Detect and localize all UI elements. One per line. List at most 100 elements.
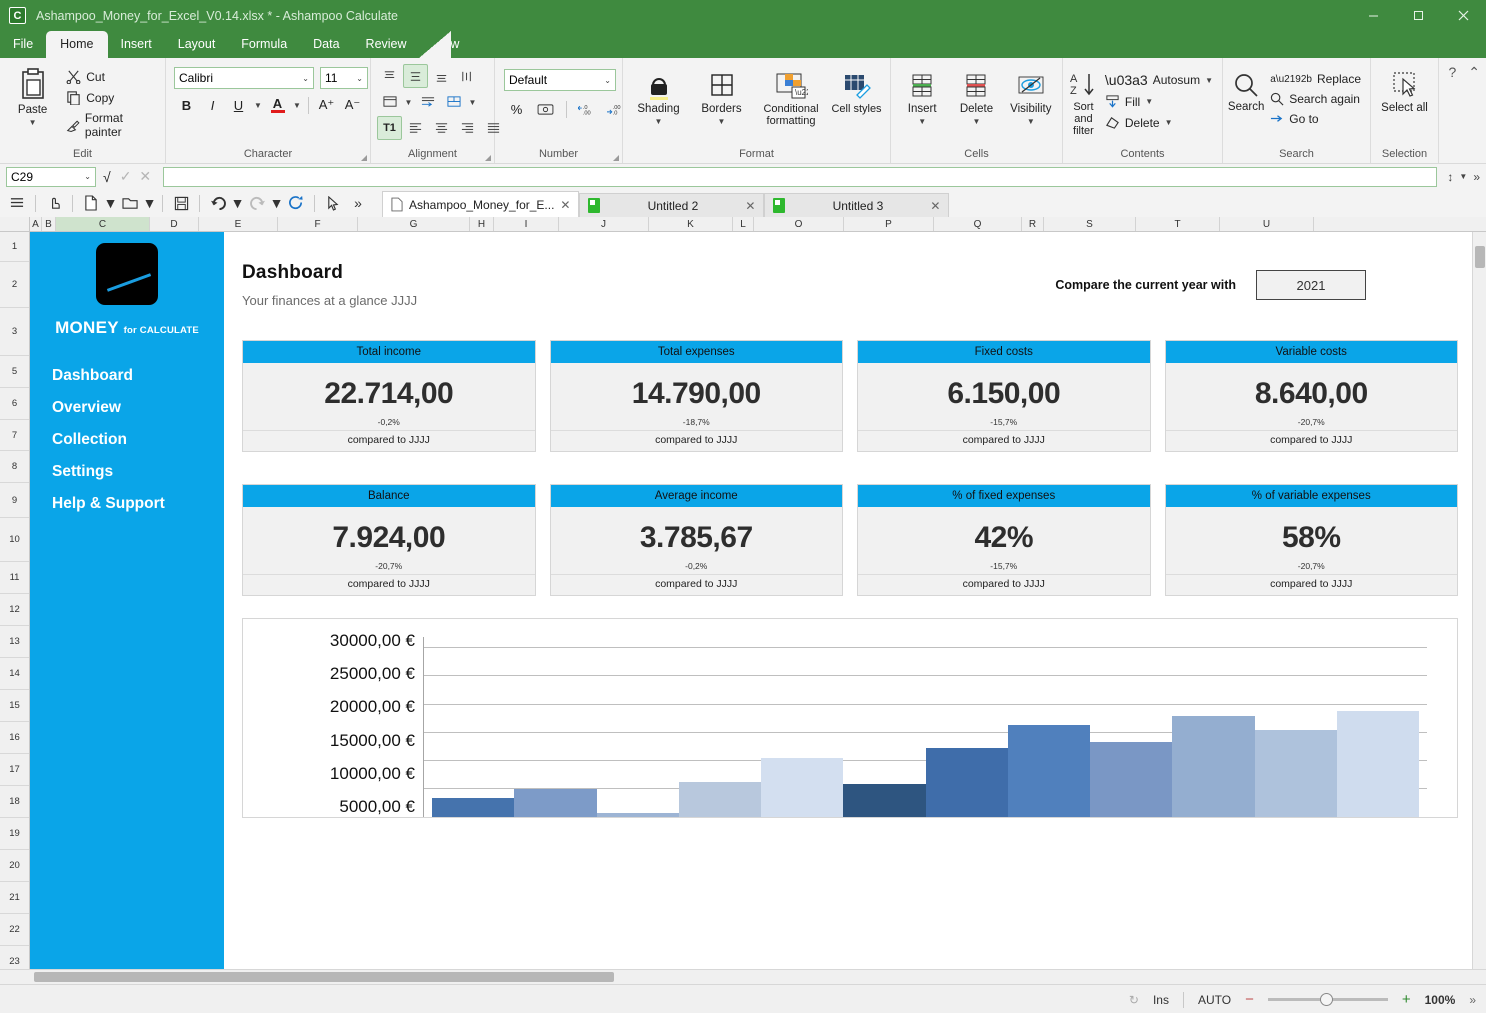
zoom-slider-knob[interactable] — [1320, 993, 1333, 1006]
column-header-J[interactable]: J — [559, 217, 649, 231]
row-header-20[interactable]: 20 — [0, 850, 29, 882]
name-box[interactable]: C29 ⌄ — [6, 167, 96, 187]
indent-button[interactable] — [415, 90, 440, 114]
select-all-corner[interactable] — [0, 217, 30, 231]
shading-button[interactable]: Shading ▼ — [627, 67, 690, 126]
borders-button[interactable]: Borders ▼ — [690, 67, 753, 126]
chevron-down-icon[interactable]: ▼ — [718, 117, 726, 126]
align-top-button[interactable] — [377, 64, 402, 88]
row-header-1[interactable]: 1 — [0, 232, 29, 262]
visibility-button[interactable]: Visibility ▼ — [1004, 69, 1058, 126]
merge-chevron-down-icon[interactable]: ▼ — [467, 90, 478, 114]
column-header-G[interactable]: G — [358, 217, 470, 231]
close-button[interactable] — [1441, 0, 1486, 31]
alignment-dialog-launcher[interactable] — [485, 155, 491, 161]
character-dialog-launcher[interactable] — [361, 155, 367, 161]
underline-chevron-down-icon[interactable]: ▼ — [252, 93, 264, 117]
formula-bar-overflow-icon[interactable]: » — [1473, 170, 1480, 184]
underline-button[interactable]: U — [226, 93, 251, 117]
percent-format-button[interactable]: % — [504, 97, 529, 121]
bold-button[interactable]: B — [174, 93, 199, 117]
chevron-down-icon[interactable]: ▼ — [1145, 97, 1153, 106]
row-header-9[interactable]: 9 — [0, 483, 29, 518]
column-header-R[interactable]: R — [1022, 217, 1044, 231]
go-to-button[interactable]: Go to — [1265, 109, 1366, 129]
copy-button[interactable]: Copy — [61, 87, 161, 108]
row-header-11[interactable]: 11 — [0, 562, 29, 594]
column-header-S[interactable]: S — [1044, 217, 1136, 231]
quick-toolbar-overflow-icon[interactable]: » — [347, 192, 369, 214]
column-header-L[interactable]: L — [733, 217, 754, 231]
italic-button[interactable]: I — [200, 93, 225, 117]
help-icon[interactable]: ? — [1448, 64, 1456, 81]
conditional-formatting-button[interactable]: \u2264 Conditional formatting — [753, 67, 829, 127]
align-left-button[interactable] — [403, 116, 428, 140]
column-header-O[interactable]: O — [754, 217, 844, 231]
font-color-button[interactable]: A — [265, 93, 290, 117]
align-center-button[interactable] — [429, 116, 454, 140]
wrap-text-button[interactable] — [377, 90, 402, 114]
undo-icon[interactable] — [207, 192, 229, 214]
font-size-combobox[interactable]: 11 ⌄ — [320, 67, 368, 89]
wrap-chevron-down-icon[interactable]: ▼ — [403, 90, 414, 114]
cell-styles-button[interactable]: Cell styles — [829, 67, 884, 115]
zoom-slider[interactable] — [1268, 998, 1388, 1001]
maximize-button[interactable] — [1396, 0, 1441, 31]
income-bar-chart[interactable]: 30000,00 €25000,00 €20000,00 €15000,00 €… — [242, 618, 1458, 818]
currency-format-button[interactable] — [533, 97, 558, 121]
refresh-status-icon[interactable]: ↻ — [1129, 993, 1139, 1007]
delete-contents-button[interactable]: Delete ▼ — [1100, 112, 1218, 133]
sheet-canvas[interactable]: MONEY for CALCULATE Dashboard Overview C… — [30, 232, 1486, 969]
open-file-chevron-down-icon[interactable]: ▼ — [144, 192, 155, 214]
insert-cells-button[interactable]: Insert ▼ — [895, 69, 949, 126]
menu-item-formula[interactable]: Formula — [228, 31, 300, 58]
insert-mode-label[interactable]: Ins — [1153, 993, 1169, 1007]
chevron-down-icon[interactable]: ▼ — [1165, 118, 1173, 127]
select-all-button[interactable]: Select all — [1377, 67, 1433, 114]
pointer-icon[interactable] — [322, 192, 344, 214]
text-direction-button[interactable]: T1 — [377, 116, 402, 140]
row-header-12[interactable]: 12 — [0, 594, 29, 626]
delete-cells-button[interactable]: Delete ▼ — [949, 69, 1003, 126]
chevron-down-icon[interactable]: ▼ — [1205, 76, 1213, 85]
open-file-icon[interactable] — [119, 192, 141, 214]
row-header-21[interactable]: 21 — [0, 882, 29, 914]
align-bottom-button[interactable] — [429, 64, 454, 88]
menu-item-insert[interactable]: Insert — [108, 31, 165, 58]
horizontal-scrollbar[interactable] — [0, 969, 1486, 984]
vertical-scrollbar[interactable] — [1472, 232, 1486, 969]
chevron-down-icon[interactable]: ▼ — [918, 117, 926, 126]
horizontal-scroll-thumb[interactable] — [34, 972, 614, 982]
column-header-I[interactable]: I — [494, 217, 559, 231]
touch-mode-icon[interactable] — [43, 192, 65, 214]
column-header-B[interactable]: B — [42, 217, 56, 231]
sidebar-item-overview[interactable]: Overview — [30, 392, 224, 424]
menu-icon[interactable] — [6, 192, 28, 214]
sidebar-item-help-support[interactable]: Help & Support — [30, 488, 224, 520]
auto-mode-label[interactable]: AUTO — [1198, 993, 1231, 1007]
column-header-U[interactable]: U — [1220, 217, 1314, 231]
function-wizard-icon[interactable]: √ — [100, 169, 114, 185]
row-header-7[interactable]: 7 — [0, 420, 29, 451]
status-overflow-icon[interactable]: » — [1469, 993, 1476, 1007]
chevron-down-icon[interactable]: ▼ — [655, 117, 663, 126]
column-header-Q[interactable]: Q — [934, 217, 1022, 231]
accept-icon[interactable]: ✓ — [118, 168, 134, 185]
chevron-down-icon[interactable]: ▼ — [1459, 172, 1467, 181]
doc-tab-0-close-icon[interactable]: ✕ — [560, 198, 570, 212]
doc-tab-2-close-icon[interactable]: ✕ — [930, 199, 940, 213]
expand-formula-bar-icon[interactable]: ↕ — [1447, 170, 1453, 184]
column-header-C[interactable]: C — [56, 217, 150, 231]
column-header-F[interactable]: F — [278, 217, 358, 231]
new-file-icon[interactable] — [80, 192, 102, 214]
paste-button[interactable]: Paste ▼ — [4, 64, 61, 127]
column-header-D[interactable]: D — [150, 217, 199, 231]
zoom-out-button[interactable]: − — [1245, 991, 1254, 1008]
compare-year-value[interactable]: 2021 — [1256, 270, 1366, 300]
refresh-icon[interactable] — [285, 192, 307, 214]
increase-font-size-button[interactable]: A⁺ — [314, 93, 339, 117]
search-again-button[interactable]: Search again — [1265, 89, 1366, 109]
number-dialog-launcher[interactable] — [613, 155, 619, 161]
new-file-chevron-down-icon[interactable]: ▼ — [105, 192, 116, 214]
row-header-15[interactable]: 15 — [0, 690, 29, 722]
